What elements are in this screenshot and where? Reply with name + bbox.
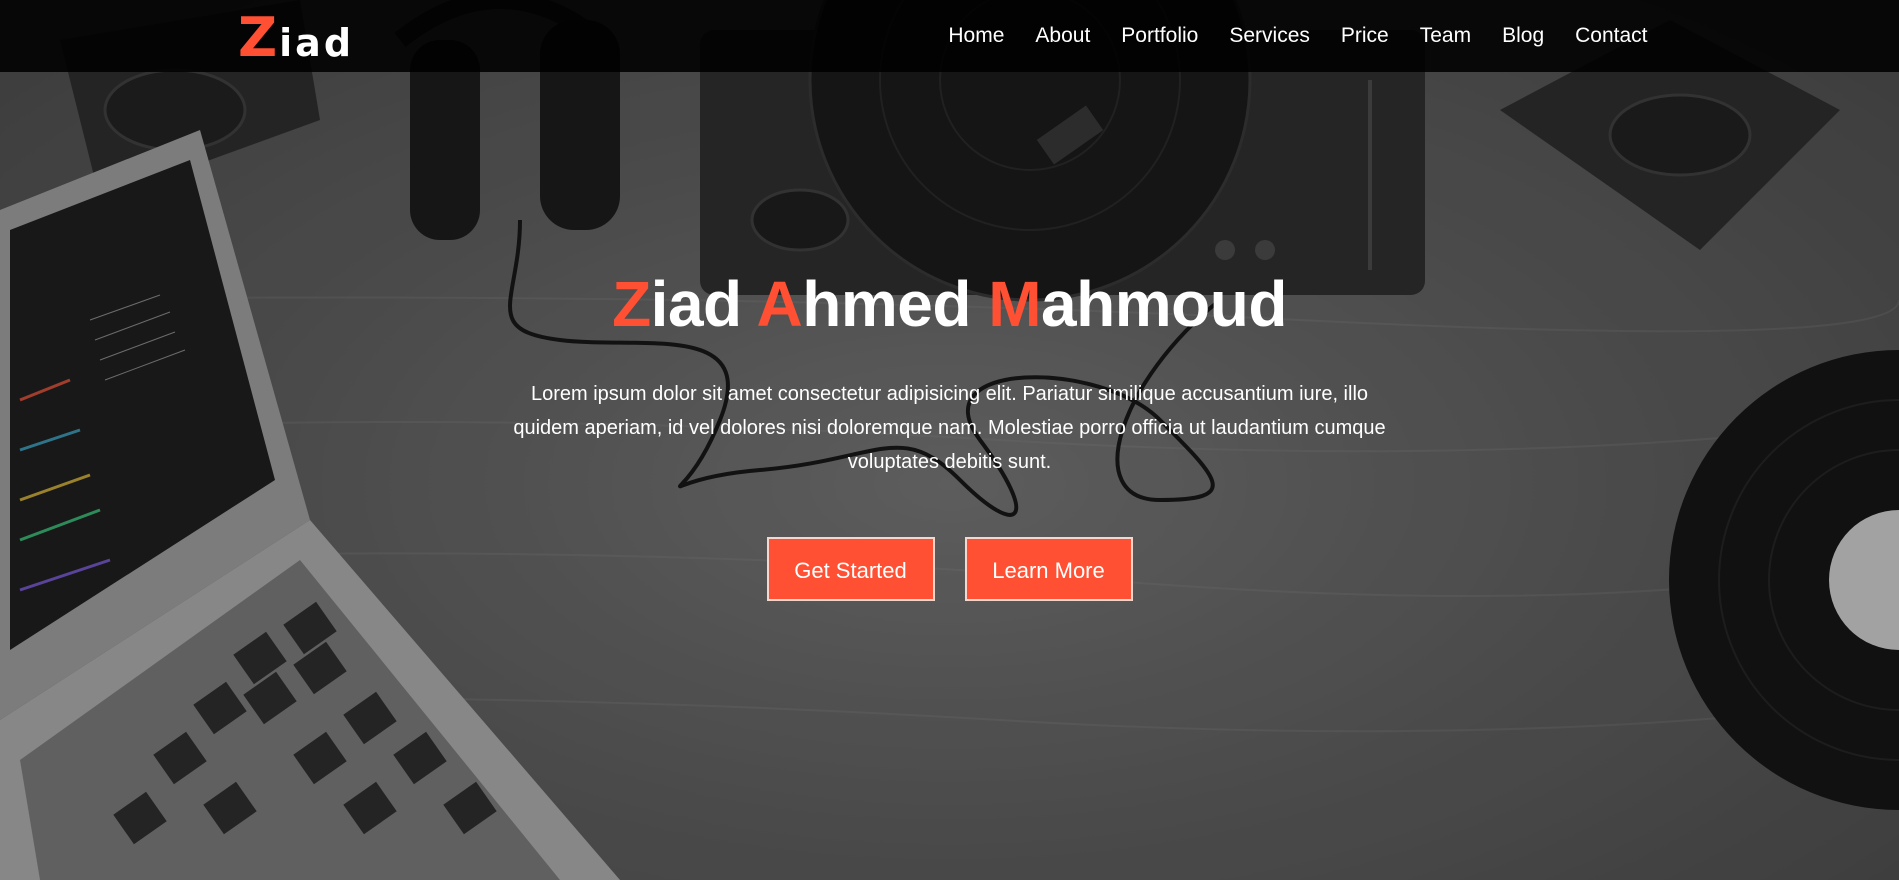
hero-buttons: Get Started Learn More xyxy=(0,537,1899,601)
nav-link-home[interactable]: Home xyxy=(933,0,1020,72)
nav-link-about[interactable]: About xyxy=(1020,0,1106,72)
title-word-1-rest: iad xyxy=(650,268,742,340)
navbar: Z iad Home About Portfolio Services Pric… xyxy=(0,0,1899,72)
get-started-button[interactable]: Get Started xyxy=(766,537,935,601)
hero-description: Lorem ipsum dolor sit amet consectetur a… xyxy=(513,383,1386,473)
hero-title: Ziad Ahmed Mahmoud xyxy=(0,265,1899,343)
hero-content: Ziad Ahmed Mahmoud Lorem ipsum dolor sit… xyxy=(0,265,1899,601)
logo-rest-text: iad xyxy=(279,21,355,65)
nav-link-services[interactable]: Services xyxy=(1214,0,1326,72)
nav-link-team[interactable]: Team xyxy=(1404,0,1486,72)
title-word-3-rest: ahmoud xyxy=(1041,268,1287,340)
title-word-2-rest: hmed xyxy=(802,268,971,340)
title-accent-a: A xyxy=(756,268,803,340)
nav-link-contact[interactable]: Contact xyxy=(1560,0,1663,72)
title-accent-m: M xyxy=(988,268,1042,340)
nav-link-blog[interactable]: Blog xyxy=(1487,0,1560,72)
nav-link-price[interactable]: Price xyxy=(1325,0,1404,72)
learn-more-button[interactable]: Learn More xyxy=(964,537,1133,601)
title-accent-z: Z xyxy=(612,268,651,340)
logo-link[interactable]: Z iad xyxy=(238,4,354,68)
nav-link-portfolio[interactable]: Portfolio xyxy=(1106,0,1214,72)
nav-menu: Home About Portfolio Services Price Team… xyxy=(933,0,1663,72)
logo-first-letter: Z xyxy=(238,6,278,69)
